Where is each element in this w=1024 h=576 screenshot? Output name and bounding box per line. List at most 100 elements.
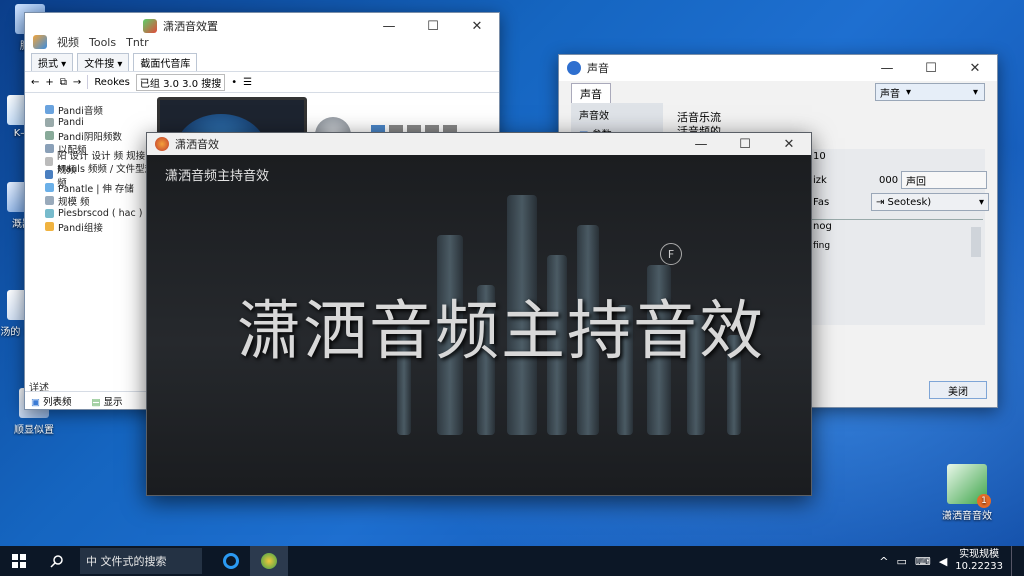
tree-item[interactable]: Pandi阴阳频数: [25, 129, 155, 143]
close-dialog-button[interactable]: 美闭: [929, 381, 987, 399]
explorer-toolbar: ← + ⧉ → Reokes 已组 3.0 3.0 搜搜 • ☰: [25, 71, 499, 93]
status-list-view[interactable]: ▣ 列表频: [31, 394, 72, 408]
select-value: ⇥ Seotesk): [876, 196, 932, 208]
dropdown-value: 声音: [880, 88, 900, 100]
desktop: 脑版 K— 溉器 汤的 以的 顺显似置 1 潇洒音音效 潇洒音效置 — ☐ ✕: [0, 0, 1024, 576]
folder-icon: [45, 131, 54, 140]
taskbar-edge-button[interactable]: [212, 546, 250, 576]
desktop-shortcut-sound-effects[interactable]: 1 潇洒音音效: [936, 464, 998, 522]
label-izk: izk: [813, 175, 827, 186]
close-button[interactable]: ✕: [767, 133, 811, 155]
explorer-menu-bar: 视频 Tools Tntr: [25, 31, 499, 53]
toolbar-dot: •: [231, 76, 238, 88]
toolbar-divider: [87, 75, 89, 89]
folder-icon: [45, 170, 54, 179]
toolbar-item-recent[interactable]: Reokes: [94, 77, 130, 88]
label-fing: fing: [813, 241, 831, 251]
display-icon: ▤: [91, 397, 104, 408]
taskbar-search-input[interactable]: 中 文件式的搜索: [80, 548, 202, 574]
minimize-button[interactable]: —: [865, 55, 909, 81]
maximize-button[interactable]: ☐: [723, 133, 767, 155]
tree-item-label: Panatle | 伸 存储: [58, 183, 134, 195]
volume-icon[interactable]: ◀: [939, 555, 947, 568]
list-icon: ▣: [31, 397, 43, 408]
tab-format[interactable]: 损式 ▾: [31, 53, 74, 71]
chevron-down-icon: ▾: [906, 86, 912, 98]
tab-file-search[interactable]: 文件搜 ▾: [77, 53, 130, 71]
tab-sound[interactable]: 声音: [571, 83, 611, 104]
keyboard-icon[interactable]: ⌨: [915, 555, 931, 568]
sound-select-2[interactable]: ⇥ Seotesk) ▾: [871, 193, 989, 211]
tree-item[interactable]: Piesbrscod ( hac ): [25, 207, 155, 220]
label-nog: nog: [813, 221, 832, 232]
status-display[interactable]: ▤ 显示: [92, 394, 123, 408]
app-taskbar-icon: [261, 553, 277, 569]
taskbar-clock[interactable]: 实现规模 10.22233: [955, 549, 1003, 573]
desktop-shortcut-label: 潇洒音音效: [942, 511, 992, 522]
speaker-icon: [567, 61, 581, 75]
folder-icon: [45, 183, 54, 192]
search-button[interactable]: [38, 546, 76, 576]
tree-item[interactable]: Pandi组接: [25, 220, 155, 234]
menu-item-help[interactable]: Tntr: [126, 36, 149, 49]
taskbar-app-button[interactable]: [250, 546, 288, 576]
app-logo-icon: [155, 137, 169, 151]
player-window: 潇洒音效 — ☐ ✕ 潇洒音频主持音效 F 潇洒音频主持音效: [146, 132, 812, 496]
tree-item-label: Pandi阴阳频数: [58, 131, 122, 143]
folder-tree: Pandi音频 Pandi Pandi阴阳频数 以配频 阳 设计 设计 频 规接…: [25, 103, 155, 234]
folder-icon: [45, 222, 54, 231]
edge-browser-icon: [223, 553, 239, 569]
show-desktop-button[interactable]: [1011, 546, 1016, 576]
player-titlebar[interactable]: 潇洒音效 — ☐ ✕: [147, 133, 811, 155]
status-label: 列表频: [43, 397, 72, 408]
clock-line-1: 实现规模: [959, 549, 1000, 560]
folder-icon: [45, 157, 54, 166]
scrollbar[interactable]: [971, 227, 981, 257]
tree-item-label: Pandi组接: [58, 222, 103, 234]
search-icon: [50, 555, 63, 568]
folder-icon: [45, 144, 54, 153]
tree-item[interactable]: Mauls 频频 / 文件型规频: [25, 164, 155, 189]
system-tray: ^ ▭ ⌨ ◀ 实现规模 10.22233: [879, 546, 1024, 576]
sound-field-1[interactable]: 声回: [901, 171, 987, 189]
panel-divider: [811, 219, 983, 220]
explorer-app-icon: [33, 35, 47, 49]
sound-dropdown[interactable]: 声音 ▾ ▾: [875, 83, 985, 101]
tree-item[interactable]: Pandi: [25, 116, 155, 129]
copy-icon[interactable]: ⧉: [60, 77, 67, 88]
folder-icon: [45, 196, 54, 205]
taskbar: 中 文件式的搜索 ^ ▭ ⌨ ◀ 实现规模 10.22233: [0, 546, 1024, 576]
tree-item[interactable]: Pandi音频: [25, 103, 155, 117]
next-arrow-icon[interactable]: →: [73, 77, 81, 88]
desktop-icon-label: 顺显似置: [14, 425, 54, 436]
start-button[interactable]: [0, 546, 38, 576]
toolbar-address-field[interactable]: 已组 3.0 3.0 搜搜: [135, 73, 226, 91]
close-button[interactable]: ✕: [953, 55, 997, 81]
folder-icon: [45, 209, 54, 218]
menu-item-tools[interactable]: Tools: [89, 36, 116, 49]
minimize-button[interactable]: —: [679, 133, 723, 155]
tab-library[interactable]: 截面代音库: [133, 53, 198, 71]
tree-item-label: Pandi: [58, 117, 84, 128]
value-10: 10: [813, 151, 826, 162]
maximize-button[interactable]: ☐: [909, 55, 953, 81]
explorer-tabs: 损式 ▾ 文件搜 ▾ 截面代音库: [25, 53, 499, 71]
menu-item-view[interactable]: 视频: [57, 34, 79, 50]
chevron-down-icon: ▾: [978, 196, 984, 208]
app-icon: 1: [947, 464, 991, 508]
status-label: 显示: [103, 397, 123, 408]
network-icon[interactable]: ▭: [897, 555, 907, 568]
forward-arrow-icon[interactable]: +: [45, 77, 53, 88]
video-area[interactable]: 潇洒音频主持音效 F 潇洒音频主持音效: [147, 155, 811, 495]
value-000: 000: [879, 175, 899, 186]
sidebar-item-sound-effects[interactable]: 声音效: [571, 103, 663, 126]
tree-item[interactable]: 规模 频: [25, 194, 155, 208]
folder-icon: [45, 118, 54, 127]
sound-title: 声音: [587, 62, 609, 75]
clock-line-2: 10.22233: [955, 561, 1003, 572]
notification-badge: 1: [977, 494, 991, 508]
list-view-icon[interactable]: ☰: [243, 77, 252, 88]
back-arrow-icon[interactable]: ←: [31, 77, 39, 88]
sound-titlebar[interactable]: 声音 — ☐ ✕: [559, 55, 997, 81]
chevron-up-icon[interactable]: ^: [879, 555, 888, 568]
